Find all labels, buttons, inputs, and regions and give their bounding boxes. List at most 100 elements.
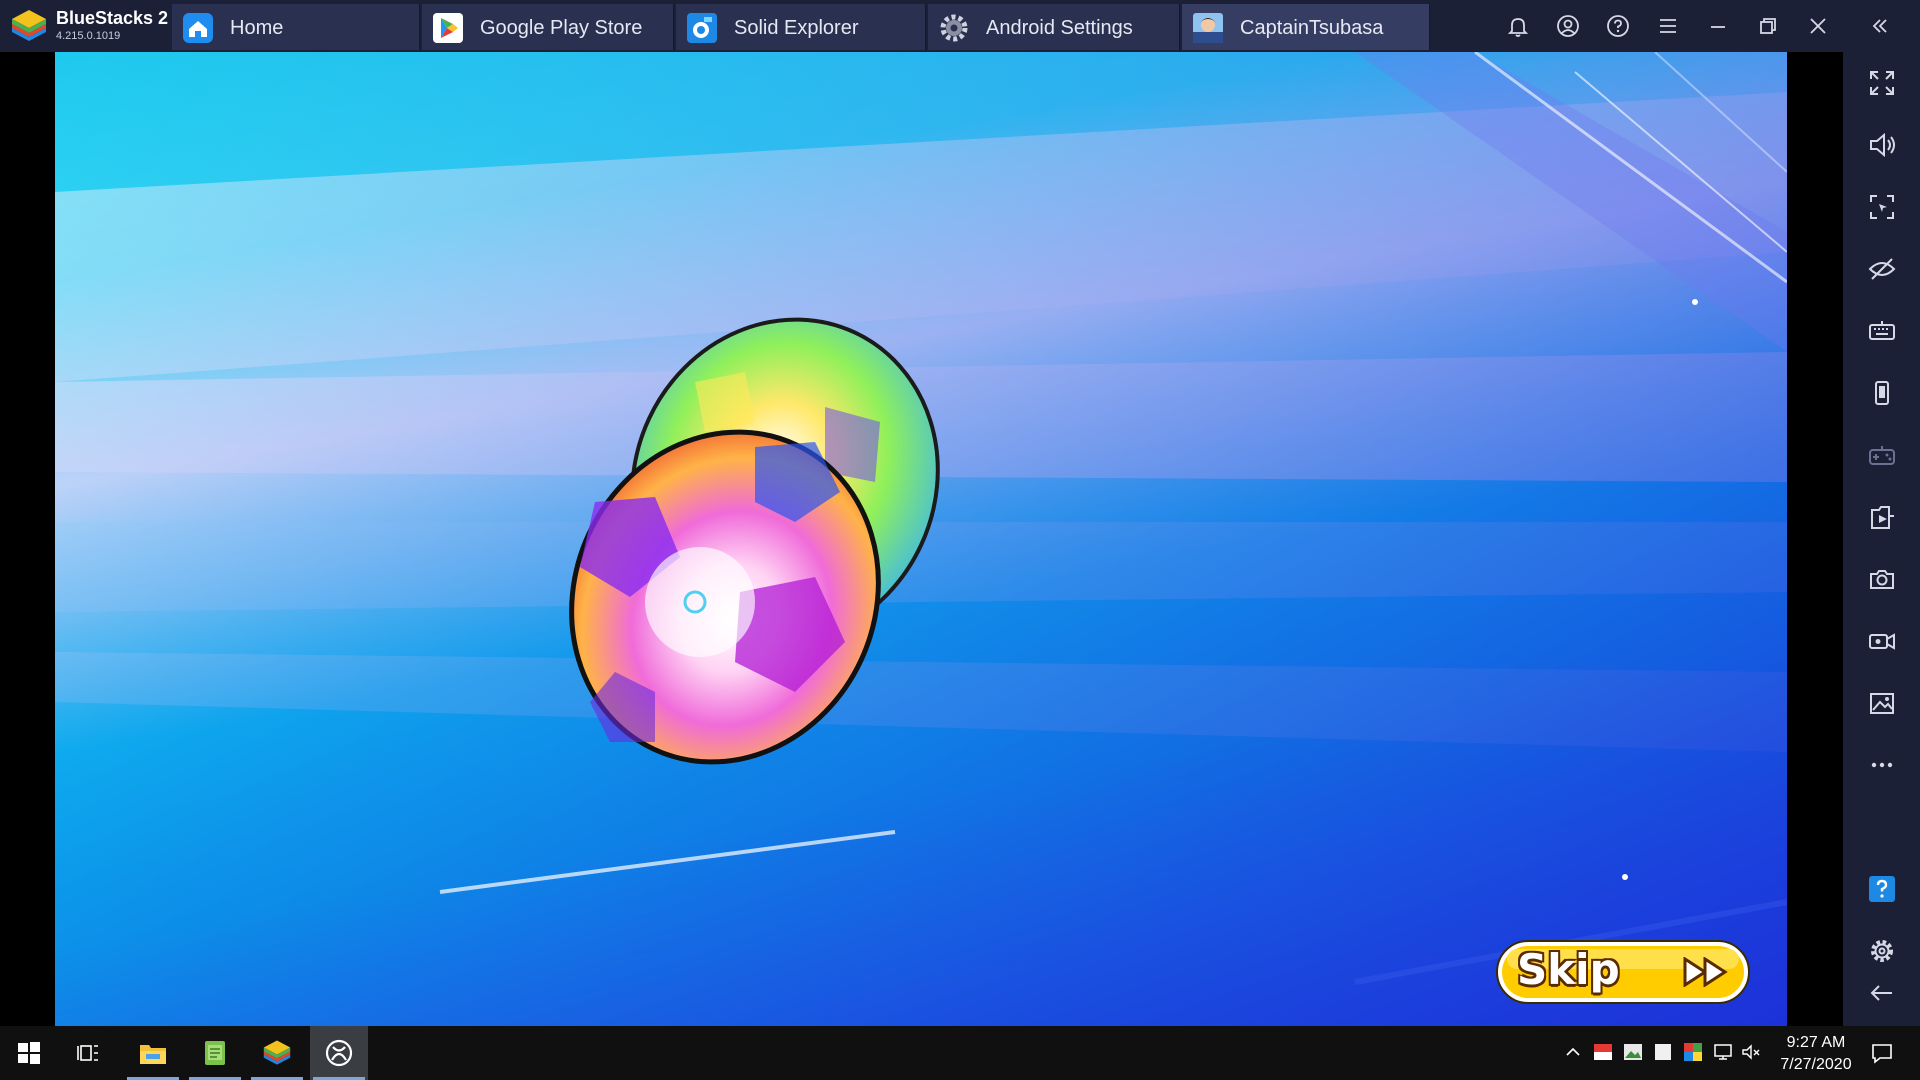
skip-button[interactable]: Skip <box>1495 939 1751 1005</box>
gamepad-button[interactable] <box>1863 436 1901 474</box>
start-button[interactable] <box>0 1026 58 1080</box>
bluestacks-icon <box>263 1040 291 1065</box>
taskbar-xbox-app[interactable] <box>310 1026 368 1080</box>
tab-home-label: Home <box>230 17 284 39</box>
tab-solid-explorer[interactable]: Solid Explorer <box>676 4 926 50</box>
app-version: 4.215.0.1019 <box>56 30 121 42</box>
task-view-icon <box>77 1045 98 1061</box>
taskbar-bluestacks[interactable] <box>248 1026 306 1080</box>
bluestacks-logo-icon <box>12 10 46 41</box>
fast-forward-icon <box>1683 957 1728 987</box>
notepad-app-icon <box>205 1041 225 1065</box>
volume-icon <box>1870 132 1895 158</box>
taskbar-notepad-app[interactable] <box>186 1026 244 1080</box>
rotate-phone-button[interactable] <box>1863 374 1901 412</box>
colorful-tray-app-icon <box>1684 1043 1702 1061</box>
game-viewport[interactable]: Skip <box>55 52 1787 1026</box>
image-tray-app-icon <box>1624 1044 1642 1060</box>
side-settings-button[interactable] <box>1863 932 1901 970</box>
tab-google-play-store[interactable]: Google Play Store <box>422 4 674 50</box>
keyboard-icon <box>1869 321 1895 340</box>
network-icon <box>1714 1044 1732 1060</box>
tab-captain-tsubasa[interactable]: CaptainTsubasa <box>1182 4 1430 50</box>
side-help-button[interactable] <box>1863 870 1901 908</box>
tray-app-3[interactable] <box>1652 1041 1674 1063</box>
captain-tsubasa-app-icon <box>1193 13 1223 43</box>
screen-select-icon <box>1870 195 1894 219</box>
collapse-sidebar-button[interactable] <box>1864 10 1896 42</box>
clock-date[interactable]: 7/27/2020 <box>1766 1056 1866 1074</box>
screen-select-button[interactable] <box>1863 188 1901 226</box>
keyboard-button[interactable] <box>1863 312 1901 350</box>
help-icon <box>1869 876 1895 902</box>
tray-show-hidden-button[interactable] <box>1562 1041 1584 1063</box>
task-view-button[interactable] <box>60 1026 118 1080</box>
tab-home[interactable]: Home <box>172 4 420 50</box>
tray-network-button[interactable] <box>1712 1041 1734 1063</box>
play-store-icon <box>433 13 463 43</box>
tab-google-play-store-label: Google Play Store <box>480 17 643 39</box>
volume-button[interactable] <box>1863 126 1901 164</box>
install-apk-button[interactable] <box>1863 498 1901 536</box>
tray-app-4[interactable] <box>1682 1041 1704 1063</box>
minimize-button[interactable] <box>1702 10 1734 42</box>
menu-button[interactable] <box>1652 10 1684 42</box>
install-apk-icon <box>1871 506 1894 529</box>
fullscreen-button[interactable] <box>1863 64 1901 102</box>
title-bar: BlueStacks 2 4.215.0.1019 Home Google Pl… <box>0 0 1920 52</box>
action-center-button[interactable] <box>1868 1039 1896 1067</box>
volume-muted-icon <box>1742 1044 1760 1060</box>
hide-overlay-button[interactable] <box>1863 250 1901 288</box>
close-icon <box>1810 18 1826 34</box>
notifications-button[interactable] <box>1502 10 1534 42</box>
taskbar-file-explorer[interactable] <box>124 1026 182 1080</box>
screenshot-button[interactable] <box>1863 560 1901 598</box>
clock-time[interactable]: 9:27 AM <box>1766 1034 1866 1052</box>
app-brand: BlueStacks 2 4.215.0.1019 <box>0 0 170 52</box>
eye-off-icon <box>1868 258 1896 280</box>
chevron-up-icon <box>1566 1047 1580 1056</box>
account-icon <box>1557 15 1579 37</box>
tab-android-settings[interactable]: Android Settings <box>928 4 1180 50</box>
notification-center-icon <box>1872 1044 1892 1064</box>
collapse-sidebar-icon <box>1872 19 1887 33</box>
back-icon <box>1870 985 1892 1001</box>
fullscreen-icon <box>1870 71 1894 95</box>
help-button[interactable] <box>1602 10 1634 42</box>
back-button[interactable] <box>1863 974 1901 1012</box>
media-manager-button[interactable] <box>1863 684 1901 722</box>
minimize-icon <box>1711 26 1725 28</box>
tray-app-1[interactable] <box>1592 1041 1614 1063</box>
record-video-button[interactable] <box>1863 622 1901 660</box>
bell-icon <box>1507 18 1529 37</box>
restore-button[interactable] <box>1752 10 1784 42</box>
side-toolbar <box>1843 52 1920 1026</box>
solid-explorer-icon <box>687 13 717 43</box>
menu-icon <box>1660 19 1676 33</box>
settings-gear-icon <box>940 14 968 42</box>
app-name: BlueStacks 2 <box>56 8 169 28</box>
start-icon <box>18 1042 40 1064</box>
tab-android-settings-label: Android Settings <box>986 17 1133 39</box>
file-explorer-icon <box>140 1045 166 1064</box>
tab-captain-tsubasa-label: CaptainTsubasa <box>1240 17 1384 39</box>
xbox-app-icon <box>325 1039 353 1067</box>
close-button[interactable] <box>1802 10 1834 42</box>
white-tray-app-icon <box>1655 1044 1671 1060</box>
restore-icon <box>1760 18 1776 34</box>
media-gallery-icon <box>1870 693 1894 714</box>
tray-volume-button[interactable] <box>1740 1041 1762 1063</box>
windows-taskbar: 9:27 AM 7/27/2020 <box>0 1026 1920 1080</box>
account-button[interactable] <box>1552 10 1584 42</box>
more-options-button[interactable] <box>1863 746 1901 784</box>
red-tray-app-icon <box>1594 1044 1612 1060</box>
tab-solid-explorer-label: Solid Explorer <box>734 17 859 39</box>
game-cutscene-art <box>55 52 1787 1026</box>
viewport-border <box>0 52 55 1026</box>
help-icon <box>1607 15 1629 37</box>
tray-app-2[interactable] <box>1622 1041 1644 1063</box>
camera-icon <box>1870 570 1894 589</box>
home-icon <box>183 13 213 43</box>
more-icon <box>1871 762 1893 768</box>
gamepad-icon <box>1869 446 1895 465</box>
